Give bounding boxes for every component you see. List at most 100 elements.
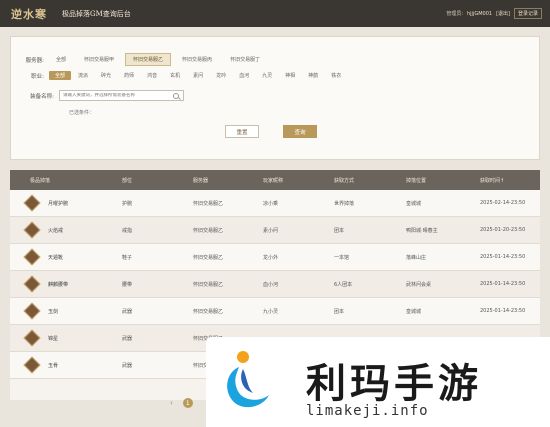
item-search-box[interactable]: [59, 90, 184, 101]
cell-time: 2025-02-14-23:50: [480, 200, 526, 206]
class-option[interactable]: 血河: [233, 71, 255, 80]
query-button[interactable]: 查询: [283, 125, 317, 138]
user-prefix: 管理员:: [446, 11, 463, 17]
page-number[interactable]: 1: [182, 398, 193, 408]
server-option[interactable]: 怀旧交易服丙: [175, 54, 219, 65]
col-header: 部位: [122, 178, 133, 184]
logout-link[interactable]: [退出]: [496, 10, 510, 17]
item-name: 锦星: [48, 336, 59, 342]
cell-part: 武器: [122, 336, 133, 342]
item-name: 玉剑: [48, 309, 59, 315]
table-row[interactable]: 天遁靴 鞋子 怀旧交易服乙 龙小外 一本馆 落峰山庄 2025-01-14-23:50: [10, 244, 540, 271]
item-name: 麒麟腰带: [48, 282, 69, 288]
pagination: ‹ 1: [170, 398, 193, 408]
cell-server: 怀旧交易服乙: [193, 309, 224, 315]
table-row[interactable]: 月曜护腕 护腕 怀旧交易服乙 凉小乘 世界掉落 皇城城 2025-02-14-23:50: [10, 190, 540, 217]
col-header: 极品掉落: [30, 178, 51, 184]
watermark-logo-icon: [227, 351, 269, 408]
cell-method: 团本: [334, 309, 345, 315]
cell-part: 腰带: [122, 282, 133, 288]
class-option-selected[interactable]: 全部: [49, 71, 72, 80]
table-header: 极品掉落 部位 服务器 玩家昵称 获取方式 掉落位置 获取时间↑: [10, 170, 540, 190]
cell-location: 皇城城: [406, 309, 422, 315]
server-option[interactable]: 全部: [49, 54, 73, 65]
cell-location: 落峰山庄: [406, 255, 427, 261]
col-header: 获取方式: [334, 178, 355, 184]
cell-part: 护腕: [122, 201, 133, 207]
cell-method: 6人团本: [334, 282, 353, 288]
item-name: 月曜护腕: [48, 201, 69, 207]
cell-location: 皇城城: [406, 201, 422, 207]
cell-part: 鞋子: [122, 255, 133, 261]
server-option[interactable]: 怀旧交易服丁: [223, 54, 267, 65]
server-option[interactable]: 怀旧交易服甲: [77, 54, 121, 65]
app-title: 极品掉落GM查询后台: [62, 9, 131, 18]
class-option[interactable]: 玄机: [164, 71, 186, 80]
cell-part: 武器: [122, 363, 133, 369]
item-name: 天遁靴: [48, 255, 64, 261]
class-option[interactable]: 素问: [187, 71, 209, 80]
item-icon: [23, 248, 41, 266]
class-option[interactable]: 流派: [72, 71, 94, 80]
class-option[interactable]: 碎光: [95, 71, 117, 80]
cell-part: 武器: [122, 309, 133, 315]
item-name: 玉骨: [48, 363, 59, 369]
item-search-input[interactable]: [63, 93, 173, 98]
cell-player: 血小河: [263, 282, 279, 288]
cell-time: 2025-01-14-23:50: [480, 281, 526, 287]
cell-player: 凉小乘: [263, 201, 279, 207]
item-icon: [23, 329, 41, 347]
item-icon: [23, 275, 41, 293]
class-label: 职业:: [31, 73, 44, 80]
class-option[interactable]: 铁衣: [325, 71, 347, 80]
watermark-banner: 利玛手游 limakeji.info: [206, 337, 550, 427]
watermark-url: limakeji.info: [306, 403, 429, 419]
search-icon[interactable]: [173, 92, 179, 99]
top-bar: 逆水寒 极品掉落GM查询后台 管理员: hjjjGM001 [退出] 登录记录: [0, 0, 550, 27]
item-row: 装备名称:: [21, 90, 184, 101]
user-area: 管理员: hjjjGM001 [退出] 登录记录: [446, 8, 542, 19]
cell-time: 2025-01-20-23:50: [480, 227, 526, 233]
reset-button[interactable]: 重置: [225, 125, 259, 138]
game-logo: 逆水寒: [11, 7, 47, 21]
cell-method: 世界掉落: [334, 201, 355, 207]
prev-page-button[interactable]: ‹: [170, 399, 173, 407]
cell-method: 团本: [334, 228, 345, 234]
class-row: 职业: 全部 流派 碎光 药师 鸿音 玄机 素问 龙吟 血河 九灵 神相 神鹊 …: [11, 71, 348, 80]
item-icon: [23, 356, 41, 374]
cell-player: 九小灵: [263, 309, 279, 315]
table-row[interactable]: 麒麟腰带 腰带 怀旧交易服乙 血小河 6人团本 武林问会桌 2025-01-14-23:50: [10, 271, 540, 298]
class-option[interactable]: 药师: [118, 71, 140, 80]
class-option[interactable]: 神相: [279, 71, 301, 80]
cell-time: 2025-01-14-23:50: [480, 254, 526, 260]
filter-panel: 服务器: 全部 怀旧交易服甲 怀旧交易服乙 怀旧交易服丙 怀旧交易服丁 职业: …: [10, 36, 540, 160]
cell-location: 武林问会桌: [406, 282, 432, 288]
cell-location: 鸭阳城·晴春主: [406, 228, 438, 234]
class-option[interactable]: 龙吟: [210, 71, 232, 80]
item-icon: [23, 194, 41, 212]
server-label: 服务器:: [25, 57, 44, 64]
cell-server: 怀旧交易服乙: [193, 282, 224, 288]
col-header-sortable[interactable]: 获取时间↑: [480, 177, 504, 184]
cell-server: 怀旧交易服乙: [193, 201, 224, 207]
item-icon: [23, 302, 41, 320]
login-record-button[interactable]: 登录记录: [513, 8, 542, 19]
col-header: 服务器: [193, 178, 209, 184]
cell-part: 戒指: [122, 228, 133, 234]
class-option[interactable]: 九灵: [256, 71, 278, 80]
item-name: 火焰戒: [48, 228, 64, 234]
col-header: 玩家昵称: [263, 178, 284, 184]
watermark-title: 利玛手游: [306, 361, 482, 407]
table-row[interactable]: 火焰戒 戒指 怀旧交易服乙 素小问 团本 鸭阳城·晴春主 2025-01-20-23:50: [10, 217, 540, 244]
table-row[interactable]: 玉剑 武器 怀旧交易服乙 九小灵 团本 皇城城 2025-01-14-23:50: [10, 298, 540, 325]
class-option[interactable]: 神鹊: [302, 71, 324, 80]
class-option[interactable]: 鸿音: [141, 71, 163, 80]
user-name: hjjjGM001: [467, 10, 493, 17]
cell-player: 龙小外: [263, 255, 279, 261]
selected-conditions: 已选条件：: [69, 110, 95, 116]
cell-method: 一本馆: [334, 255, 350, 261]
server-row: 服务器: 全部 怀旧交易服甲 怀旧交易服乙 怀旧交易服丙 怀旧交易服丁: [11, 53, 271, 66]
cell-server: 怀旧交易服乙: [193, 228, 224, 234]
server-option-selected[interactable]: 怀旧交易服乙: [125, 53, 172, 66]
cell-player: 素小问: [263, 228, 279, 234]
